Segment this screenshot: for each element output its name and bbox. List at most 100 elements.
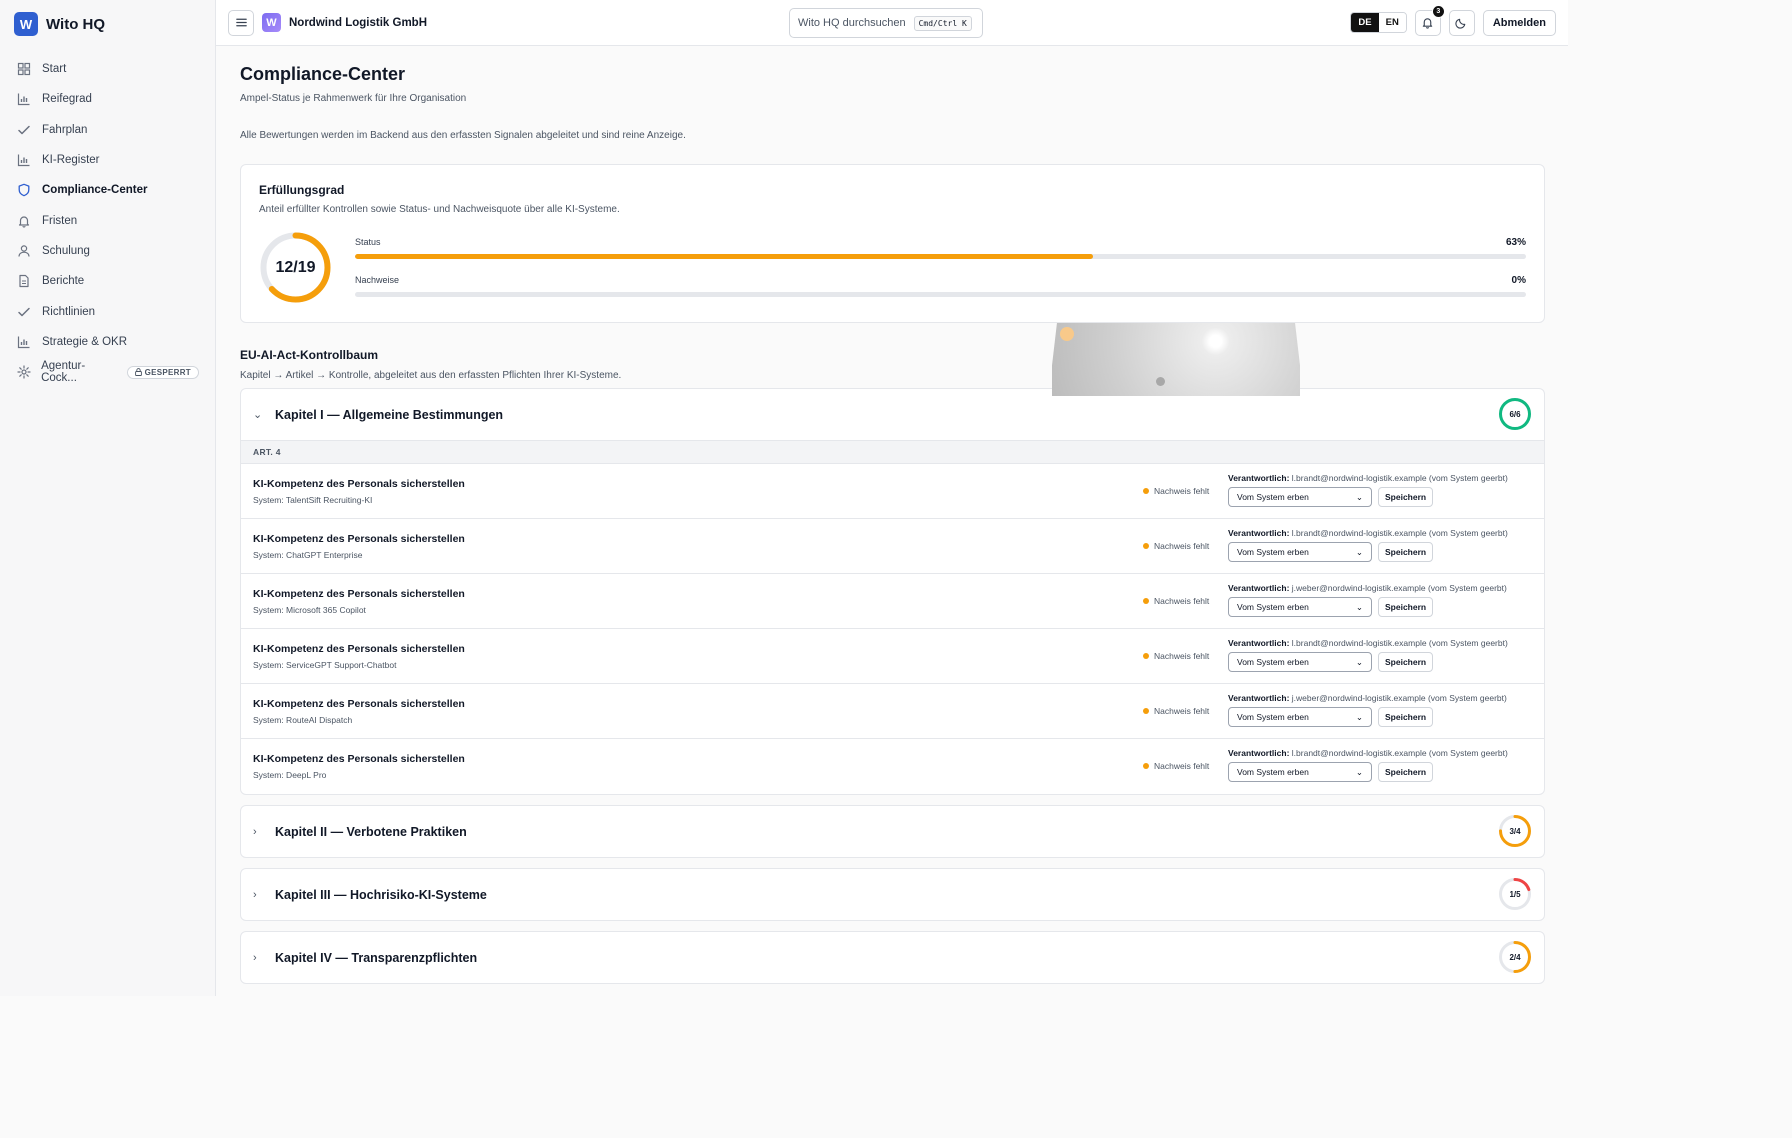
gear-icon	[16, 364, 31, 380]
save-button[interactable]: Speichern	[1378, 652, 1434, 672]
control-row: KI-Kompetenz des Personals sicherstellen…	[241, 739, 1544, 794]
sidebar-item-label: Compliance-Center	[42, 184, 148, 197]
chapter-title: Kapitel III — Hochrisiko-KI-Systeme	[275, 887, 487, 902]
status-bar-value: 63%	[1505, 237, 1526, 248]
status-bar-label: Status	[355, 237, 381, 247]
owner-select[interactable]: Vom System erben ⌄	[1228, 762, 1372, 782]
chapter-header[interactable]: › Kapitel IV — Transparenzpflichten 2/4	[241, 932, 1544, 983]
owner-label: Verantwortlich:	[1228, 583, 1290, 593]
sidebar-item-label: Start	[42, 63, 67, 76]
sidebar-item-richtlinien[interactable]: Richtlinien	[0, 296, 215, 326]
theme-toggle-button[interactable]	[1448, 9, 1475, 36]
logout-button[interactable]: Abmelden	[1482, 9, 1556, 36]
chapter-list: ⌄ Kapitel I — Allgemeine Bestimmungen 6/6 A…	[240, 388, 1545, 984]
owner-label: Verantwortlich:	[1228, 528, 1290, 538]
sidebar-nav: Start Reifegrad Fahrplan KI-Register Complia…	[0, 54, 215, 387]
sidebar-item-label: Fahrplan	[42, 123, 88, 136]
control-title: KI-Kompetenz des Personals sicherstellen	[253, 753, 465, 765]
sidebar-item-agentur-cock[interactable]: Agentur-Cock... GESPERRT	[0, 357, 215, 387]
chapter-header[interactable]: › Kapitel III — Hochrisiko-KI-Systeme 1/5	[241, 869, 1544, 920]
chapter-progress-label: 3/4	[1509, 826, 1521, 836]
save-button[interactable]: Speichern	[1378, 762, 1434, 782]
sidebar-item-schulung[interactable]: Schulung	[0, 236, 215, 266]
chevron-down-icon: ⌄	[1355, 546, 1363, 557]
sidebar-item-fahrplan[interactable]: Fahrplan	[0, 115, 215, 145]
sidebar-item-start[interactable]: Start	[0, 54, 215, 84]
sidebar-item-strategie-okr[interactable]: Strategie & OKR	[0, 327, 215, 357]
save-button[interactable]: Speichern	[1378, 487, 1434, 507]
owner-select[interactable]: Vom System erben ⌄	[1228, 542, 1372, 562]
evidence-bar-value: 0%	[1511, 275, 1526, 286]
save-button[interactable]: Speichern	[1378, 707, 1434, 727]
owner-value: j.weber@nordwind-logistik.example (vom S…	[1291, 693, 1507, 703]
chevron-right-icon: ›	[253, 825, 257, 838]
control-status: Nachweis fehlt	[1143, 706, 1209, 716]
control-row: KI-Kompetenz des Personals sicherstellen…	[241, 574, 1544, 629]
brand[interactable]: W Wito HQ	[0, 0, 215, 48]
notification-count-badge: 3	[1431, 4, 1445, 18]
control-tree-header: EU-AI-Act-Kontrollbaum Kapitel → Artikel…	[240, 323, 1545, 396]
chapter-title: Kapitel IV — Transparenzpflichten	[275, 950, 478, 965]
sidebar-item-label: Strategie & OKR	[42, 335, 128, 348]
control-system: System: DeepL Pro	[253, 770, 327, 780]
evidence-bar-block: Nachweise 0%	[355, 275, 1526, 297]
lang-en-button[interactable]: EN	[1378, 13, 1406, 32]
control-tree-description: Kapitel → Artikel → Kontrolle, abgeleite…	[240, 370, 622, 381]
owner-text: Verantwortlich: l.brandt@nordwind-logist…	[1228, 528, 1508, 538]
sidebar-item-compliance-center[interactable]: Compliance-Center	[0, 175, 215, 205]
control-row: KI-Kompetenz des Personals sicherstellen…	[241, 464, 1544, 519]
owner-value: l.brandt@nordwind-logistik.example (vom …	[1291, 473, 1508, 483]
owner-select-value: Vom System erben	[1237, 602, 1309, 612]
chevron-right-icon: ›	[253, 951, 257, 964]
sidebar-item-ki-register[interactable]: KI-Register	[0, 145, 215, 175]
control-status-label: Nachweis fehlt	[1154, 761, 1210, 771]
control-status-label: Nachweis fehlt	[1154, 651, 1210, 661]
fulfillment-description: Anteil erfüllter Kontrollen sowie Status…	[259, 204, 620, 215]
chapter-title: Kapitel I — Allgemeine Bestimmungen	[275, 407, 504, 422]
chapter-header[interactable]: ⌄ Kapitel I — Allgemeine Bestimmungen 6/6	[241, 389, 1544, 440]
locked-badge-label: GESPERRT	[144, 367, 191, 377]
decorative-dot	[1060, 327, 1074, 341]
owner-select[interactable]: Vom System erben ⌄	[1228, 707, 1372, 727]
chapter-header[interactable]: › Kapitel II — Verbotene Praktiken 3/4	[241, 806, 1544, 857]
check-icon	[16, 304, 32, 320]
owner-form: Vom System erben ⌄ Speichern	[1228, 762, 1508, 782]
control-owner: Verantwortlich: l.brandt@nordwind-logist…	[1228, 638, 1508, 672]
sidebar-item-fristen[interactable]: Fristen	[0, 205, 215, 235]
owner-select-value: Vom System erben	[1237, 767, 1309, 777]
bar-chart-icon	[16, 334, 32, 350]
status-bar-track	[355, 254, 1526, 259]
org-switcher[interactable]: W Nordwind Logistik GmbH	[262, 13, 427, 32]
sidebar-item-berichte[interactable]: Berichte	[0, 266, 215, 296]
notifications-button[interactable]: 3	[1414, 4, 1445, 36]
chapter-card: ⌄ Kapitel I — Allgemeine Bestimmungen 6/6 A…	[240, 388, 1545, 795]
save-button[interactable]: Speichern	[1378, 597, 1434, 617]
sidebar-item-reifegrad[interactable]: Reifegrad	[0, 84, 215, 114]
org-logo: W	[262, 13, 281, 32]
owner-select[interactable]: Vom System erben ⌄	[1228, 652, 1372, 672]
menu-toggle-button[interactable]	[228, 9, 254, 36]
status-dot	[1143, 653, 1149, 659]
shield-icon	[16, 182, 32, 198]
control-title: KI-Kompetenz des Personals sicherstellen	[253, 477, 465, 490]
chevron-down-icon: ⌄	[1355, 491, 1363, 502]
owner-value: l.brandt@nordwind-logistik.example (vom …	[1291, 638, 1508, 648]
locked-badge: GESPERRT	[126, 365, 199, 379]
chapter-card: › Kapitel IV — Transparenzpflichten 2/4	[240, 931, 1545, 984]
control-owner: Verantwortlich: l.brandt@nordwind-logist…	[1228, 528, 1508, 562]
control-status: Nachweis fehlt	[1143, 651, 1209, 661]
save-button[interactable]: Speichern	[1378, 542, 1434, 562]
search-input[interactable]: Wito HQ durchsuchen Cmd/Ctrl K	[789, 8, 983, 38]
org-name: Nordwind Logistik GmbH	[289, 16, 427, 29]
owner-select[interactable]: Vom System erben ⌄	[1228, 487, 1372, 507]
fulfillment-card: Erfüllungsgrad Anteil erfüllter Kontroll…	[240, 164, 1545, 323]
owner-select[interactable]: Vom System erben ⌄	[1228, 597, 1372, 617]
lang-de-button[interactable]: DE	[1351, 13, 1379, 32]
owner-text: Verantwortlich: l.brandt@nordwind-logist…	[1228, 748, 1508, 758]
control-status-label: Nachweis fehlt	[1154, 706, 1210, 716]
control-system: System: ServiceGPT Support-Chatbot	[253, 659, 397, 670]
control-title: KI-Kompetenz des Personals sicherstellen	[253, 697, 465, 710]
page-title: Compliance-Center	[240, 64, 406, 84]
control-status-label: Nachweis fehlt	[1154, 541, 1210, 551]
owner-form: Vom System erben ⌄ Speichern	[1228, 597, 1507, 617]
